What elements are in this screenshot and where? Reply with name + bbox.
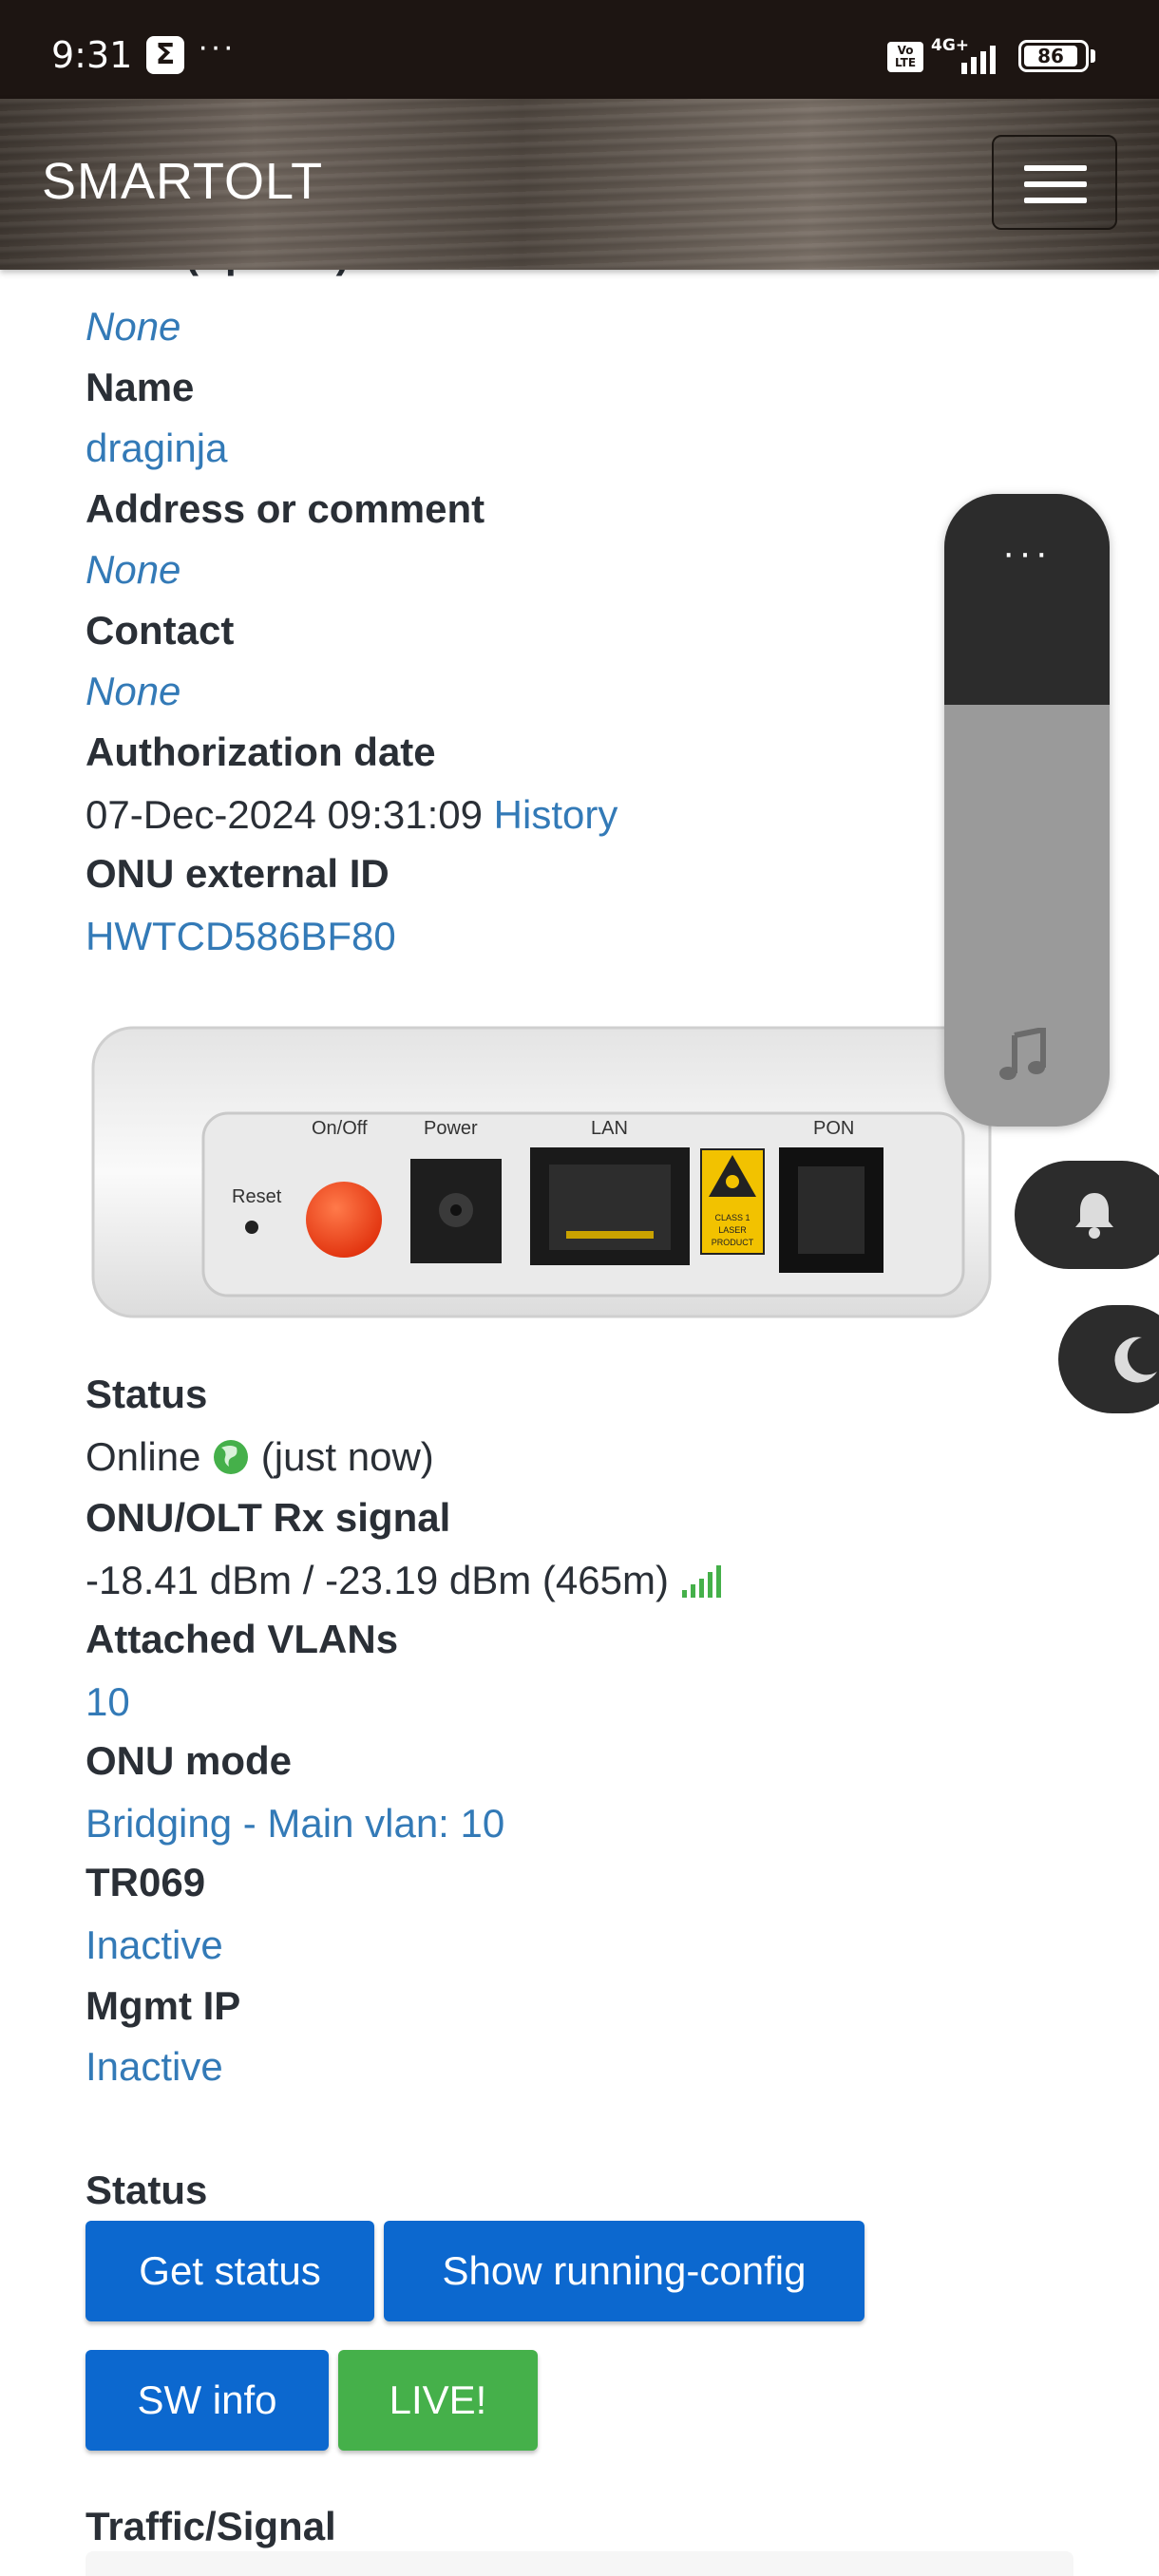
external-id-value[interactable]: HWTCD586BF80 (86, 914, 396, 959)
globe-icon (214, 1440, 249, 1474)
vlans-label: Attached VLANs (86, 1617, 399, 1661)
authorization-date-row: 07-Dec-2024 09:31:09 History (86, 792, 618, 838)
lan-label: LAN (591, 1118, 628, 1139)
onu-device-image: Reset On/Off Power LAN CLASS 1 LASER PRO… (91, 1026, 992, 1318)
onu-mode-label: ONU mode (86, 1738, 293, 1783)
contact-label: Contact (86, 608, 235, 653)
music-note-icon[interactable] (996, 1028, 1053, 1085)
live-button[interactable]: LIVE! (338, 2350, 538, 2451)
signal-value-row: -18.41 dBm / -23.19 dBm (465m) (86, 1558, 724, 1603)
history-link[interactable]: History (494, 792, 618, 837)
brand-logo[interactable]: SMARTOLT (42, 152, 323, 211)
floating-side-panel[interactable]: ··· (944, 494, 1110, 1127)
clock: 9:31 (51, 34, 133, 76)
moon-icon (1114, 1336, 1157, 1383)
svg-text:LASER: LASER (718, 1225, 747, 1235)
odb-value[interactable]: None (86, 304, 180, 350)
actions-section-label: Status (86, 2168, 208, 2212)
battery-icon: 86 (1018, 40, 1089, 72)
sw-info-button[interactable]: SW info (86, 2350, 329, 2451)
pon-label: PON (813, 1118, 854, 1139)
battery-tip (1091, 49, 1095, 63)
system-status-bar: 9:31 Σ ··· Vo LTE 4G+ 86 (0, 0, 1159, 99)
svg-text:CLASS 1: CLASS 1 (714, 1213, 750, 1222)
onoff-label: On/Off (312, 1118, 368, 1139)
get-status-button[interactable]: Get status (86, 2221, 374, 2321)
signal-bars-icon (681, 1565, 721, 1598)
volte-icon: Vo LTE (887, 42, 923, 72)
external-id-label: ONU external ID (86, 851, 390, 896)
signal-value: -18.41 dBm / -23.19 dBm (465m) (86, 1558, 669, 1602)
status-value-row: Online (just now) (86, 1434, 434, 1480)
hamburger-line (1024, 198, 1087, 203)
contact-value[interactable]: None (86, 669, 180, 714)
hamburger-line (1024, 165, 1087, 171)
traffic-signal-panel (86, 2551, 1074, 2576)
tr069-value[interactable]: Inactive (86, 1923, 223, 1968)
reset-port-label: Reset (232, 1186, 282, 1207)
hamburger-line (1024, 181, 1087, 187)
dark-mode-toggle-button[interactable] (1058, 1305, 1159, 1413)
vlans-value[interactable]: 10 (86, 1679, 130, 1725)
signal-strength-icon (961, 46, 996, 74)
authorization-date-label: Authorization date (86, 729, 436, 774)
tr069-label: TR069 (86, 1860, 206, 1904)
more-options-icon[interactable]: ··· (944, 532, 1110, 575)
top-navbar: SMARTOLT (0, 99, 1159, 270)
svg-text:PRODUCT: PRODUCT (712, 1238, 754, 1247)
address-value[interactable]: None (86, 547, 180, 593)
show-running-config-button[interactable]: Show running-config (384, 2221, 864, 2321)
name-value[interactable]: draginja (86, 426, 227, 471)
address-label: Address or comment (86, 486, 485, 531)
name-label: Name (86, 365, 195, 409)
bell-icon (1075, 1193, 1113, 1239)
onu-mode-value[interactable]: Bridging - Main vlan: 10 (86, 1801, 504, 1847)
power-label: Power (424, 1118, 478, 1139)
bell-toggle-button[interactable] (1015, 1161, 1159, 1269)
authorization-date-value: 07-Dec-2024 09:31:09 (86, 792, 483, 837)
status-online-text: Online (86, 1434, 201, 1479)
floating-panel-header[interactable]: ··· (944, 494, 1110, 705)
hamburger-menu-button[interactable] (992, 135, 1117, 230)
mgmt-ip-value[interactable]: Inactive (86, 2044, 223, 2090)
battery-level: 86 (1024, 46, 1077, 66)
status-label: Status (86, 1372, 208, 1416)
traffic-signal-label: Traffic/Signal (86, 2504, 336, 2548)
more-notifications-icon: ··· (198, 28, 236, 65)
signal-label: ONU/OLT Rx signal (86, 1495, 451, 1540)
sigma-notification-icon: Σ (146, 36, 184, 74)
status-time-text: (just now) (260, 1434, 434, 1479)
mgmt-ip-label: Mgmt IP (86, 1983, 241, 2028)
